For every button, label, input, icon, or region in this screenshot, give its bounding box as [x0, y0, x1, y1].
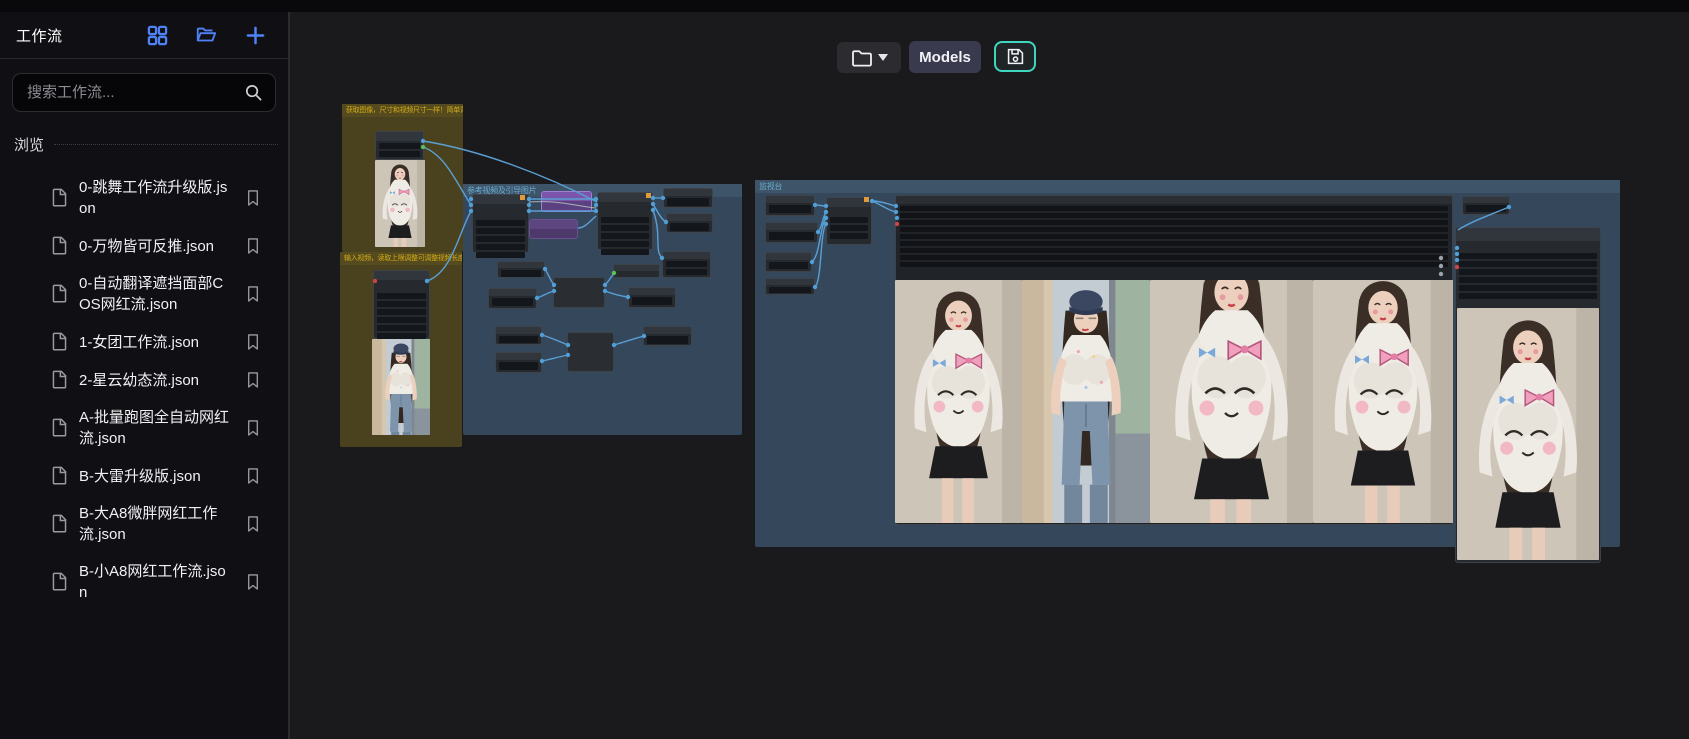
bookmark-icon[interactable]: [244, 369, 262, 391]
workflow-filename: 0-自动翻译遮挡面部COS网红流.json: [79, 273, 234, 315]
graph-node[interactable]: [529, 219, 578, 239]
workflow-filename: B-大雷升级版.json: [79, 466, 234, 487]
document-icon: [50, 235, 69, 257]
open-folder-icon[interactable]: [195, 24, 217, 46]
workflow-list-item[interactable]: B-大A8微胖网红工作流.json: [0, 495, 288, 553]
models-button[interactable]: Models: [909, 41, 981, 73]
graph-node[interactable]: [488, 288, 537, 309]
search-icon[interactable]: [244, 83, 263, 102]
bookmark-icon[interactable]: [244, 513, 262, 535]
bookmark-icon[interactable]: [244, 417, 262, 439]
workflow-filename: 1-女团工作流.json: [79, 332, 234, 353]
bookmark-icon[interactable]: [244, 465, 262, 487]
plus-icon[interactable]: [244, 24, 266, 46]
workflow-filename: 0-万物皆可反推.json: [79, 236, 234, 257]
graph-node[interactable]: [1462, 196, 1510, 215]
folder-icon: [851, 49, 873, 67]
workflow-list-item[interactable]: 0-跳舞工作流升级版.json: [0, 169, 288, 227]
workflow-filename: B-小A8网红工作流.json: [79, 561, 234, 603]
graph-node[interactable]: [373, 270, 430, 339]
output-image-girl-bow: [1313, 280, 1453, 523]
output-image-girl-cap: [1022, 280, 1150, 523]
grid-layout-icon[interactable]: [146, 24, 168, 46]
graph-node-selected[interactable]: [541, 191, 592, 212]
graph-node[interactable]: [628, 287, 676, 308]
workflow-list-item[interactable]: B-大雷升级版.json: [0, 457, 288, 495]
graph-node[interactable]: [765, 278, 815, 295]
group-title[interactable]: 输入视频，读取上限调整可调整视频长度: [340, 252, 462, 265]
workflow-list-item[interactable]: 0-自动翻译遮挡面部COS网红流.json: [0, 265, 288, 323]
workflow-folder-button[interactable]: [837, 42, 901, 73]
section-divider: [54, 144, 278, 145]
group-title[interactable]: 监视台: [755, 180, 1620, 193]
browse-section-header: 浏览: [14, 134, 278, 155]
graph-node[interactable]: [666, 213, 713, 233]
search-input[interactable]: [25, 83, 244, 102]
workflow-filename: A-批量跑图全自动网红流.json: [79, 407, 234, 449]
workflow-list-item[interactable]: A-批量跑图全自动网红流.json: [0, 399, 288, 457]
graph-node[interactable]: [765, 222, 818, 243]
sidebar-header: 工作流: [0, 12, 288, 59]
graph-node[interactable]: [765, 195, 815, 216]
graph-node[interactable]: [826, 197, 872, 245]
document-icon: [50, 369, 69, 391]
workflows-sidebar: 工作流 浏览: [0, 12, 290, 739]
preview-image-girl-cap: [372, 339, 430, 435]
sidebar-title: 工作流: [16, 25, 63, 46]
browse-label: 浏览: [14, 134, 44, 155]
bookmark-icon[interactable]: [244, 187, 262, 209]
bookmark-icon[interactable]: [244, 331, 262, 353]
graph-node[interactable]: [765, 252, 812, 272]
document-icon: [50, 417, 69, 439]
document-icon: [50, 331, 69, 353]
workflow-list-item[interactable]: 2-星云幼态流.json: [0, 361, 288, 399]
graph-node[interactable]: [495, 352, 542, 373]
window-top-bar: [0, 0, 1689, 12]
workflow-filename: B-大A8微胖网红工作流.json: [79, 503, 234, 545]
output-image-girl-bow: [1457, 308, 1599, 560]
workflow-filename: 2-星云幼态流.json: [79, 370, 234, 391]
bookmark-icon[interactable]: [244, 571, 262, 593]
preview-image-girl-bow: [375, 160, 425, 247]
save-workflow-button[interactable]: [994, 41, 1036, 72]
app-window: 工作流 浏览: [0, 0, 1689, 739]
workflow-list: 0-跳舞工作流升级版.json 0-万物皆可反推.json 0-自动翻译遮挡面部…: [0, 159, 288, 611]
document-icon: [50, 571, 69, 593]
group-title[interactable]: 获取图像，尺寸和视频尺寸一样！简单背景最好: [342, 104, 463, 117]
save-icon: [1006, 47, 1025, 66]
document-icon: [50, 283, 69, 305]
graph-node[interactable]: [495, 326, 542, 345]
graph-node[interactable]: [663, 188, 713, 208]
output-image-girl-bow: [895, 280, 1022, 523]
graph-node[interactable]: [643, 326, 692, 346]
output-image-girl-bow: [1150, 280, 1313, 523]
workflow-list-item[interactable]: B-小A8网红工作流.json: [0, 553, 288, 611]
document-icon: [50, 465, 69, 487]
graph-node[interactable]: [662, 251, 711, 278]
caret-down-icon: [878, 54, 888, 61]
workflow-list-item[interactable]: 1-女团工作流.json: [0, 323, 288, 361]
graph-node[interactable]: [597, 192, 653, 250]
bookmark-icon[interactable]: [244, 235, 262, 257]
bookmark-icon[interactable]: [244, 283, 262, 305]
workflow-filename: 0-跳舞工作流升级版.json: [79, 177, 234, 219]
document-icon: [50, 513, 69, 535]
document-icon: [50, 187, 69, 209]
graph-node[interactable]: [613, 264, 660, 278]
search-box: [12, 73, 276, 112]
graph-node[interactable]: [567, 332, 614, 372]
graph-node[interactable]: [497, 261, 545, 278]
graph-node[interactable]: [553, 277, 605, 308]
workflow-list-item[interactable]: 0-万物皆可反推.json: [0, 227, 288, 265]
graph-node[interactable]: [375, 131, 424, 160]
graph-node[interactable]: [472, 194, 529, 253]
